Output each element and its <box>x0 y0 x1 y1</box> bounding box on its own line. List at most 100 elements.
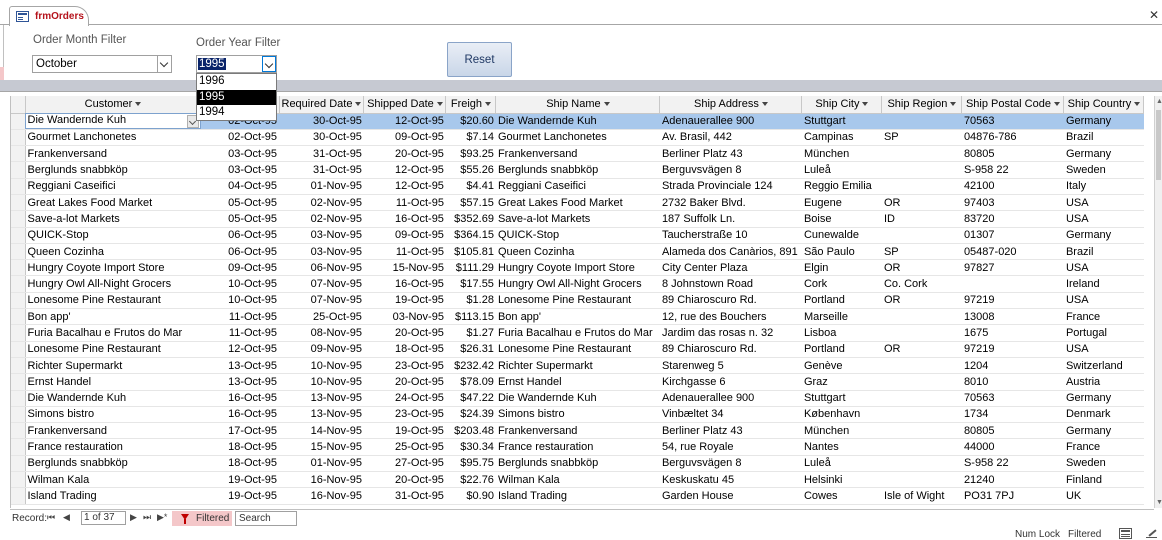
table-cell[interactable]: QUICK-Stop <box>25 227 201 244</box>
row-selector[interactable] <box>11 243 26 261</box>
table-cell[interactable]: OR <box>881 292 962 310</box>
table-cell[interactable]: 10-Oct-95 <box>201 275 279 293</box>
table-cell[interactable]: 12-Oct-95 <box>363 178 446 195</box>
table-cell[interactable]: 10-Oct-95 <box>201 292 279 310</box>
sort-filter-arrow-icon[interactable] <box>950 102 957 107</box>
sort-filter-arrow-icon[interactable] <box>761 102 768 107</box>
table-cell[interactable] <box>881 406 962 424</box>
table-row[interactable]: Queen Cozinha 06-Oct-95 03-Nov-95 11-Oct-95… <box>11 243 1144 261</box>
table-cell[interactable]: 20-Oct-95 <box>363 471 446 489</box>
table-cell[interactable]: 18-Oct-95 <box>201 438 279 456</box>
table-cell[interactable]: Frankenversand <box>25 422 201 440</box>
table-cell[interactable]: $22.76 <box>445 471 496 489</box>
table-cell[interactable]: 19-Oct-95 <box>363 422 446 440</box>
table-cell[interactable]: OR <box>881 259 962 277</box>
table-cell[interactable]: 1734 <box>961 406 1064 424</box>
table-cell[interactable]: 03-Oct-95 <box>201 145 279 163</box>
table-cell[interactable]: 01307 <box>961 227 1064 244</box>
table-cell[interactable]: 05-Oct-95 <box>201 210 279 228</box>
table-cell[interactable]: Av. Brasil, 442 <box>659 129 802 147</box>
table-cell[interactable]: Graz <box>801 373 882 391</box>
table-cell[interactable]: Berliner Platz 43 <box>659 422 802 440</box>
table-cell[interactable]: Adenauerallee 900 <box>659 113 802 130</box>
table-cell[interactable]: Ernst Handel <box>25 373 201 391</box>
table-row[interactable]: Island Trading 19-Oct-95 16-Nov-95 31-Oct-9… <box>11 487 1144 505</box>
table-cell[interactable]: $232.42 <box>445 357 496 375</box>
table-cell[interactable]: Cork <box>801 275 882 293</box>
table-cell[interactable]: Queen Cozinha <box>25 243 201 261</box>
table-row[interactable]: Frankenversand 17-Oct-95 14-Nov-95 19-Oct-9… <box>11 422 1144 440</box>
table-cell[interactable]: Keskuskatu 45 <box>659 471 802 489</box>
row-selector[interactable] <box>11 357 26 375</box>
table-cell[interactable]: 20-Oct-95 <box>363 145 446 163</box>
table-cell[interactable]: S-958 22 <box>961 455 1064 473</box>
record-position-input[interactable]: 1 of 37 <box>81 511 126 525</box>
table-cell[interactable]: 16-Oct-95 <box>201 406 279 424</box>
table-cell[interactable]: 31-Oct-95 <box>279 161 364 179</box>
table-cell[interactable]: $105.81 <box>445 243 496 261</box>
table-cell[interactable]: Berglunds snabbköp <box>25 161 201 179</box>
table-cell[interactable]: Reggio Emilia <box>801 178 882 195</box>
table-row[interactable]: Hungry Coyote Import Store 09-Oct-95 06-No… <box>11 259 1144 277</box>
table-cell[interactable]: Lonesome Pine Restaurant <box>25 341 201 358</box>
table-cell[interactable] <box>881 438 962 456</box>
table-row[interactable]: Lonesome Pine Restaurant 12-Oct-95 09-Nov-… <box>11 341 1144 358</box>
row-selector[interactable] <box>11 259 26 277</box>
table-cell[interactable]: Richter Supermarkt <box>495 357 660 375</box>
table-cell[interactable]: $0.90 <box>445 487 496 505</box>
table-cell[interactable]: 09-Nov-95 <box>279 341 364 358</box>
table-cell[interactable]: Brazil <box>1063 243 1144 261</box>
table-row[interactable]: Hungry Owl All-Night Grocers 10-Oct-95 07-… <box>11 275 1144 293</box>
table-cell[interactable]: Germany <box>1063 113 1144 130</box>
table-cell[interactable] <box>881 455 962 473</box>
table-cell[interactable]: 80805 <box>961 422 1064 440</box>
table-cell[interactable]: Sweden <box>1063 161 1144 179</box>
table-cell[interactable]: Richter Supermarkt <box>25 357 201 375</box>
table-cell[interactable]: Nantes <box>801 438 882 456</box>
table-cell[interactable]: 89 Chiaroscuro Rd. <box>659 341 802 358</box>
column-header[interactable]: Ship Address <box>659 96 803 114</box>
row-selector[interactable] <box>11 422 26 440</box>
table-cell[interactable]: Brazil <box>1063 129 1144 147</box>
table-cell[interactable]: Simons bistro <box>25 406 201 424</box>
table-cell[interactable]: $364.15 <box>445 227 496 244</box>
table-cell[interactable]: Furia Bacalhau e Frutos do Mar <box>495 324 660 342</box>
table-cell[interactable]: 8 Johnstown Road <box>659 275 802 293</box>
year-option[interactable]: 1995 <box>197 89 276 105</box>
chevron-down-icon[interactable] <box>262 56 276 72</box>
table-cell[interactable]: Austria <box>1063 373 1144 391</box>
row-selector[interactable] <box>11 210 26 228</box>
table-cell[interactable]: Frankenversand <box>495 422 660 440</box>
table-cell[interactable]: 11-Oct-95 <box>201 324 279 342</box>
sort-filter-arrow-icon[interactable] <box>603 102 610 107</box>
table-cell[interactable]: QUICK-Stop <box>495 227 660 244</box>
table-cell[interactable]: SP <box>881 243 962 261</box>
table-row[interactable]: Die Wandernde Kuh 16-Oct-95 13-Nov-95 24-Oc… <box>11 390 1144 407</box>
table-cell[interactable]: 03-Nov-95 <box>279 243 364 261</box>
table-row[interactable]: Gourmet Lanchonetes 02-Oct-95 30-Oct-95 09-… <box>11 129 1144 147</box>
table-row[interactable]: QUICK-Stop 06-Oct-95 03-Nov-95 09-Oct-95 $36… <box>11 227 1144 244</box>
table-cell[interactable]: Strada Provinciale 124 <box>659 178 802 195</box>
month-filter-combo[interactable]: October <box>32 55 172 73</box>
table-cell[interactable]: 25-Oct-95 <box>363 438 446 456</box>
table-cell[interactable]: Hungry Coyote Import Store <box>25 259 201 277</box>
table-cell[interactable]: Finland <box>1063 471 1144 489</box>
table-cell[interactable]: Save-a-lot Markets <box>495 210 660 228</box>
row-selector[interactable] <box>11 471 26 489</box>
table-cell[interactable]: France <box>1063 308 1144 326</box>
table-cell[interactable]: Great Lakes Food Market <box>495 194 660 212</box>
table-cell[interactable]: 15-Nov-95 <box>363 259 446 277</box>
table-cell[interactable]: OR <box>881 341 962 358</box>
table-cell[interactable]: Campinas <box>801 129 882 147</box>
table-row[interactable]: Great Lakes Food Market 05-Oct-95 02-Nov-9… <box>11 194 1144 212</box>
vertical-scrollbar[interactable]: ▲ ▼ <box>1154 96 1162 508</box>
row-selector[interactable] <box>11 308 26 326</box>
table-cell[interactable]: 13-Nov-95 <box>279 406 364 424</box>
table-cell[interactable]: France restauration <box>495 438 660 456</box>
table-cell[interactable]: 12, rue des Bouchers <box>659 308 802 326</box>
table-cell[interactable]: Lonesome Pine Restaurant <box>495 341 660 358</box>
row-selector[interactable] <box>11 275 26 293</box>
table-cell[interactable]: 20-Oct-95 <box>363 373 446 391</box>
reset-button[interactable]: Reset <box>447 42 512 77</box>
table-cell[interactable]: 89 Chiaroscuro Rd. <box>659 292 802 310</box>
